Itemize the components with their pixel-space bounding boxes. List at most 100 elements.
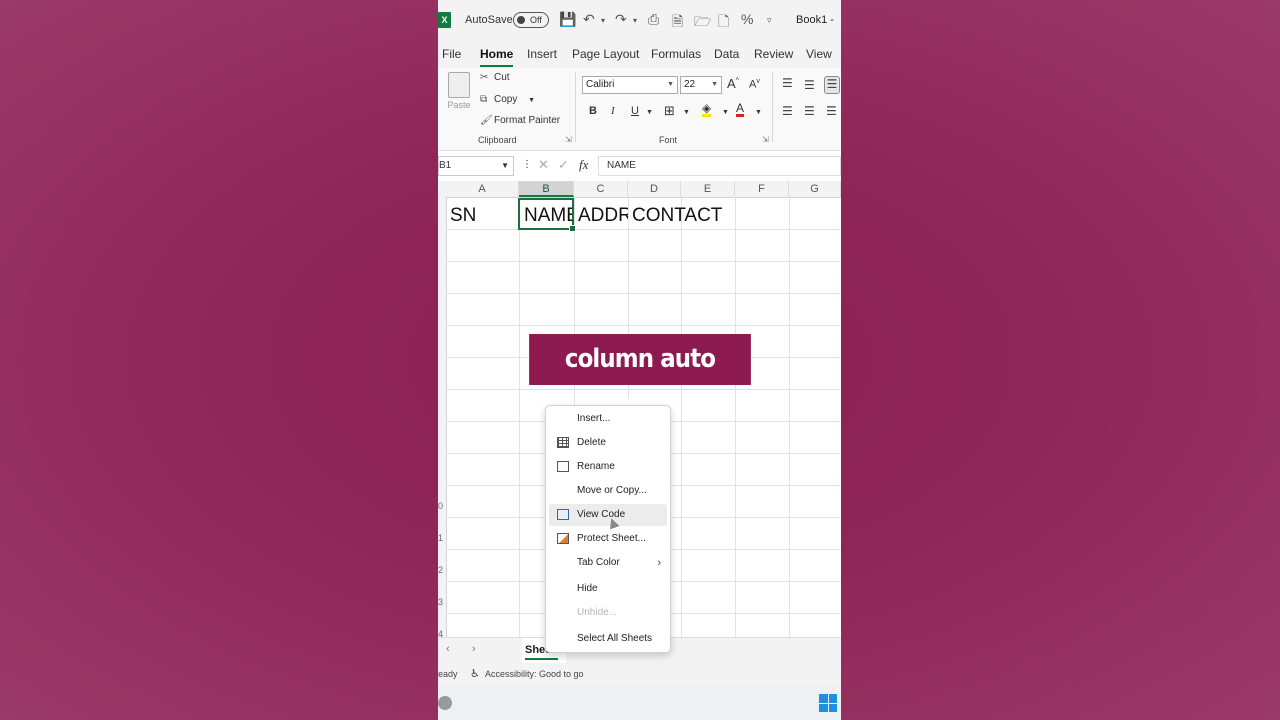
- percent-icon[interactable]: %: [741, 11, 753, 27]
- font-group-label: Font: [659, 135, 678, 145]
- cell-c1[interactable]: ADDRESS: [578, 203, 628, 229]
- tab-file[interactable]: File: [442, 47, 461, 61]
- menu-item-insert[interactable]: Insert...: [549, 408, 667, 430]
- shrink-font-icon[interactable]: Av: [749, 78, 760, 91]
- cell-d1[interactable]: CONTACT: [632, 203, 742, 229]
- chevron-down-icon[interactable]: ▼: [646, 109, 653, 116]
- font-size-dropdown[interactable]: 22 ▼: [680, 76, 722, 94]
- column-header-e[interactable]: E: [681, 181, 735, 197]
- undo-icon[interactable]: ↶: [583, 11, 595, 28]
- grid-line: [735, 197, 736, 637]
- align-right-icon[interactable]: ☰: [826, 104, 837, 118]
- tab-formulas[interactable]: Formulas: [651, 47, 701, 61]
- customize-qat-icon[interactable]: ▿: [767, 15, 772, 26]
- chevron-down-icon[interactable]: ▼: [722, 109, 729, 116]
- grow-font-icon[interactable]: A^: [727, 76, 739, 91]
- bold-button[interactable]: B: [589, 105, 597, 117]
- tab-home[interactable]: Home: [480, 47, 514, 67]
- column-headers: A B C D E F G: [438, 181, 841, 198]
- borders-icon[interactable]: ⊞: [664, 103, 675, 119]
- fill-handle[interactable]: [569, 225, 576, 232]
- chevron-down-icon[interactable]: ▼: [683, 109, 690, 116]
- font-name-dropdown[interactable]: Calibri ▼: [582, 76, 678, 94]
- copy-button[interactable]: ⧉ Copy ▼: [480, 94, 535, 105]
- underline-button[interactable]: U: [631, 105, 639, 117]
- tab-data[interactable]: Data: [714, 47, 739, 61]
- row-number[interactable]: 3: [438, 597, 443, 607]
- menu-item-label: Move or Copy...: [577, 485, 647, 496]
- ready-status: eady: [438, 669, 458, 679]
- view-code-icon: [557, 509, 569, 520]
- paste-button[interactable]: Paste: [446, 72, 472, 110]
- autosave-toggle[interactable]: Off: [513, 12, 549, 28]
- accessibility-icon: ♿: [470, 668, 480, 680]
- menu-item-rename[interactable]: Rename: [549, 456, 667, 478]
- align-center-icon[interactable]: ☰: [804, 104, 815, 118]
- formula-input[interactable]: NAME: [598, 156, 841, 176]
- align-left-icon[interactable]: ☰: [782, 104, 793, 118]
- undo-dropdown-icon[interactable]: ▾: [601, 16, 605, 25]
- chevron-down-icon[interactable]: ▼: [755, 109, 762, 116]
- grid-line: [446, 261, 841, 262]
- accessibility-status[interactable]: Accessibility: Good to go: [485, 664, 584, 684]
- italic-button[interactable]: I: [611, 105, 615, 117]
- cancel-icon[interactable]: ✕: [538, 157, 549, 173]
- dialog-launcher-icon[interactable]: ⇲: [565, 135, 572, 144]
- column-header-c[interactable]: C: [574, 181, 628, 197]
- row-headers: 0 1 2 3 4: [438, 197, 447, 639]
- toggle-knob: [517, 16, 525, 24]
- name-box[interactable]: B1 ▼: [438, 156, 514, 176]
- clipboard-icon: [448, 72, 470, 98]
- format-painter-label: Format Painter: [494, 115, 561, 126]
- menu-item-hide[interactable]: Hide: [549, 578, 667, 600]
- taskbar-app-icon[interactable]: [438, 696, 452, 710]
- cell-a1[interactable]: SN: [450, 203, 518, 229]
- column-header-f[interactable]: F: [735, 181, 789, 197]
- copy-label: Copy: [494, 94, 518, 105]
- more-options-icon[interactable]: ⋮: [522, 159, 532, 170]
- title-bar: X AutoSave Off 💾 ↶ ▾ ↷ ▾ ⎙ 🗎 🗁 🗋 % ▿ Boo…: [438, 0, 841, 40]
- row-number[interactable]: 1: [438, 533, 443, 543]
- align-bottom-icon[interactable]: ☰: [824, 76, 840, 94]
- paste-label: Paste: [447, 100, 471, 110]
- menu-item-tab-color[interactable]: Tab Color ›: [549, 552, 667, 574]
- redo-dropdown-icon[interactable]: ▾: [633, 16, 637, 25]
- cut-button[interactable]: ✂ Cut: [480, 72, 510, 83]
- paintbrush-icon: 🖌: [480, 115, 493, 126]
- tab-review[interactable]: Review: [754, 47, 793, 61]
- scroll-tabs-right-icon[interactable]: ›: [472, 643, 476, 655]
- print-icon[interactable]: ⎙: [648, 11, 659, 28]
- menu-item-move-or-copy[interactable]: Move or Copy...: [549, 480, 667, 502]
- insert-function-icon[interactable]: fx: [579, 157, 588, 173]
- tab-page-layout[interactable]: Page Layout: [572, 47, 639, 61]
- new-file-icon[interactable]: 🗋: [718, 11, 729, 35]
- font-name-value: Calibri: [586, 79, 615, 90]
- row-number[interactable]: 2: [438, 565, 443, 575]
- enter-icon[interactable]: ✓: [558, 157, 569, 173]
- redo-icon[interactable]: ↷: [615, 11, 627, 28]
- windows-start-icon[interactable]: [819, 694, 837, 712]
- column-header-b[interactable]: B: [519, 181, 574, 197]
- format-painter-button[interactable]: 🖌Format Painter: [480, 115, 560, 126]
- save-icon[interactable]: 💾: [559, 11, 576, 28]
- dialog-launcher-icon[interactable]: ⇲: [762, 135, 769, 144]
- font-color-icon[interactable]: A: [736, 102, 745, 117]
- menu-item-protect-sheet[interactable]: Protect Sheet...: [549, 528, 667, 550]
- align-top-icon[interactable]: ☰: [782, 76, 793, 90]
- column-header-a[interactable]: A: [446, 181, 519, 197]
- fill-color-icon[interactable]: ◈: [702, 102, 712, 117]
- print-preview-icon[interactable]: 🗎: [672, 11, 683, 35]
- open-folder-icon[interactable]: 🗁: [694, 11, 711, 35]
- row-number[interactable]: 0: [438, 501, 443, 511]
- name-box-value: B1: [439, 160, 452, 171]
- column-header-d[interactable]: D: [628, 181, 681, 197]
- grid-line: [681, 197, 682, 637]
- chevron-right-icon: ›: [657, 557, 661, 569]
- menu-item-select-all-sheets[interactable]: Select All Sheets: [549, 628, 667, 650]
- tab-insert[interactable]: Insert: [527, 47, 557, 61]
- column-header-g[interactable]: G: [789, 181, 841, 197]
- scroll-tabs-left-icon[interactable]: ‹: [446, 643, 450, 655]
- menu-item-delete[interactable]: Delete: [549, 432, 667, 454]
- align-middle-icon[interactable]: ☰: [804, 78, 815, 92]
- tab-view[interactable]: View: [806, 47, 832, 61]
